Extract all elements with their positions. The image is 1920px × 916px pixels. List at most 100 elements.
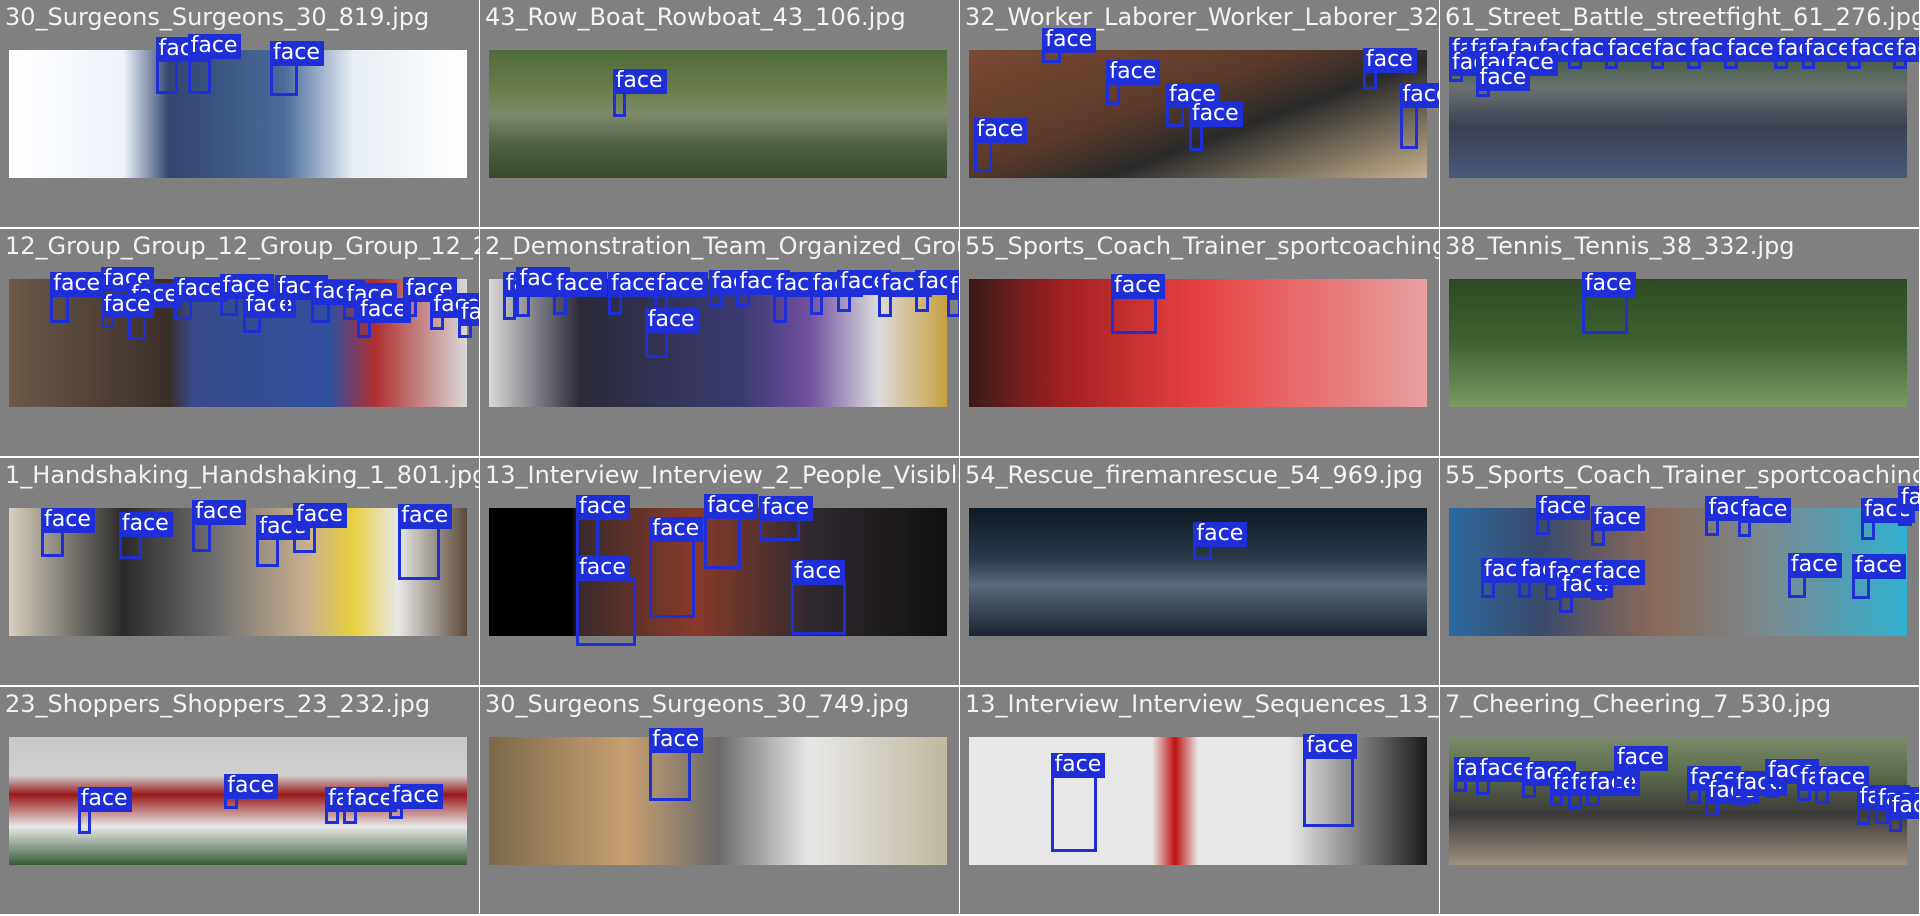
image-tile[interactable]: 54_Rescue_firemanrescue_54_969.jpg face xyxy=(960,458,1439,685)
detection-label: face xyxy=(1042,28,1097,53)
detection-label: face xyxy=(973,117,1028,143)
face-detection-box: face xyxy=(1888,794,1919,832)
face-detection-box: face xyxy=(1453,757,1508,793)
detection-label: face xyxy=(644,308,699,334)
face-detection-box: face xyxy=(1590,506,1645,547)
image-tile[interactable]: 32_Worker_Laborer_Worker_Laborer_32_723.… xyxy=(960,0,1439,227)
image-tile[interactable]: 55_Sports_Coach_Trainer_sportcoaching_55… xyxy=(960,229,1439,456)
face-detection-box: face xyxy=(1687,36,1742,70)
face-detection-box: face xyxy=(1481,557,1535,598)
detection-label: face xyxy=(457,300,479,326)
face-detection-box: face xyxy=(1110,273,1165,335)
detection-label: face xyxy=(653,272,708,298)
image-filename: 1_Handshaking_Handshaking_1_801.jpg xyxy=(5,461,479,489)
image-tile[interactable]: 61_Street_Battle_streetfight_61_276.jpgf… xyxy=(1440,0,1919,227)
image-tile[interactable]: 55_Sports_Coach_Trainer_sportcoaching_55… xyxy=(1440,458,1919,685)
detection-label: face xyxy=(118,511,173,537)
photo-thumbnail: face xyxy=(969,273,1427,407)
detection-label: face xyxy=(1476,66,1531,92)
face-detection-box: face xyxy=(1787,552,1842,598)
face-detection-box: face xyxy=(1815,766,1870,804)
image-tile[interactable]: 43_Row_Boat_Rowboat_43_106.jpgface xyxy=(480,0,959,227)
detection-label: face xyxy=(100,292,155,318)
face-detection-box: face xyxy=(311,280,366,323)
face-detection-box: face xyxy=(325,786,379,825)
image-tile[interactable]: 12_Group_Group_12_Group_Group_12_28.jpgf… xyxy=(0,229,479,456)
detection-label: face xyxy=(187,34,242,60)
face-detection-box: face xyxy=(100,292,155,328)
face-detection-box: face xyxy=(1705,496,1760,537)
image-tile[interactable]: 23_Shoppers_Shoppers_23_232.jpg face face f… xyxy=(0,687,479,914)
image-filename: 55_Sports_Coach_Trainer_sportcoaching_55… xyxy=(1445,461,1919,489)
face-detection-box: face xyxy=(576,556,636,647)
image-tile[interactable]: 7_Cheering_Cheering_7_530.jpg face face fac… xyxy=(1440,687,1919,914)
face-detection-box: face xyxy=(649,727,704,801)
detection-label: face xyxy=(1723,36,1778,62)
image-tile[interactable]: 38_Tennis_Tennis_38_332.jpgface xyxy=(1440,229,1919,456)
detection-label: face xyxy=(1613,745,1668,771)
detection-label: face xyxy=(791,560,846,586)
face-detection-box: face xyxy=(256,515,311,567)
image-grid: 30_Surgeons_Surgeons_30_819.jpg face face f… xyxy=(0,0,1920,916)
photo-thumbnail: facefacefacefacefacefacefacefacefaceface… xyxy=(1449,36,1919,178)
face-detection-box: face xyxy=(41,507,95,557)
face-detection-box: face xyxy=(1581,272,1636,335)
image-filename: 55_Sports_Coach_Trainer_sportcoaching_55… xyxy=(965,232,1439,260)
face-detection-box: face xyxy=(576,494,630,558)
image-tile[interactable]: 30_Surgeons_Surgeons_30_819.jpg face face f… xyxy=(0,0,479,227)
image-tile[interactable]: 1_Handshaking_Handshaking_1_801.jpg face f… xyxy=(0,458,479,685)
detection-label: face xyxy=(1110,273,1165,299)
face-detection-box: face xyxy=(973,117,1028,172)
detection-label: face xyxy=(1590,506,1645,532)
photo-thumbnail: face face face face face face xyxy=(489,493,947,647)
face-detection-box: face xyxy=(914,269,959,313)
photo-thumbnail: face xyxy=(489,50,947,178)
detection-label: face xyxy=(1193,521,1248,547)
face-detection-box: face xyxy=(270,40,324,97)
face-detection-box: face xyxy=(1613,745,1668,791)
face-detection-box: face xyxy=(772,272,827,323)
face-detection-box: face xyxy=(759,496,814,542)
detection-label: face xyxy=(1737,497,1792,523)
face-detection-box: face xyxy=(187,34,242,94)
detection-label: face xyxy=(1188,102,1243,128)
face-detection-box: face xyxy=(357,297,411,338)
face-detection-box: face xyxy=(118,511,173,560)
detection-label: face xyxy=(292,502,347,528)
photo-thumbnail: face face xyxy=(969,734,1427,865)
face-detection-box: face xyxy=(343,282,398,320)
photo-thumbnail: facefacefacefacefacefacefacefacefaceface… xyxy=(9,267,479,407)
face-detection-box: face xyxy=(1568,36,1622,70)
detection-label: face xyxy=(1888,794,1919,820)
face-detection-box: face xyxy=(1558,573,1613,613)
face-detection-box: face xyxy=(389,784,443,819)
face-detection-box: face xyxy=(242,292,297,333)
face-detection-box: face xyxy=(837,269,891,313)
face-detection-box: face xyxy=(1856,785,1911,826)
image-filename: 38_Tennis_Tennis_38_332.jpg xyxy=(1445,232,1795,260)
face-detection-box: face xyxy=(1568,771,1622,809)
photo-thumbnail: face face face face face face xyxy=(9,500,467,636)
face-detection-box: face xyxy=(809,272,864,315)
face-detection-box: face xyxy=(192,500,247,552)
image-filename: 61_Street_Battle_streetfight_61_276.jpg xyxy=(1445,3,1919,31)
face-detection-box: face xyxy=(1476,757,1531,795)
image-tile[interactable]: 13_Interview_Interview_2_People_Visible_… xyxy=(480,458,959,685)
image-tile[interactable]: 13_Interview_Interview_Sequences_13_108.… xyxy=(960,687,1439,914)
detection-label: face xyxy=(1590,560,1645,586)
detection-label: face xyxy=(192,500,247,526)
face-detection-box: face xyxy=(1536,494,1590,535)
image-tile[interactable]: 30_Surgeons_Surgeons_30_749.jpg face xyxy=(480,687,959,914)
photo-thumbnail: face xyxy=(969,508,1427,636)
image-filename: 43_Row_Boat_Rowboat_43_106.jpg xyxy=(485,3,906,31)
face-detection-box: face xyxy=(1362,48,1417,90)
photo-thumbnail: facefacefacefacefacefaceface xyxy=(969,28,1439,178)
detection-label: face xyxy=(1303,734,1358,760)
face-detection-box: face xyxy=(1165,83,1220,127)
photo-thumbnail: face xyxy=(489,727,947,865)
face-detection-box: face xyxy=(1586,771,1641,807)
image-filename: 13_Interview_Interview_Sequences_13_108.… xyxy=(965,690,1439,718)
image-tile[interactable]: 2_Demonstration_Team_Organized_Group_2_5… xyxy=(480,229,959,456)
detection-label: face xyxy=(1051,753,1106,779)
detection-label: face xyxy=(389,784,443,810)
